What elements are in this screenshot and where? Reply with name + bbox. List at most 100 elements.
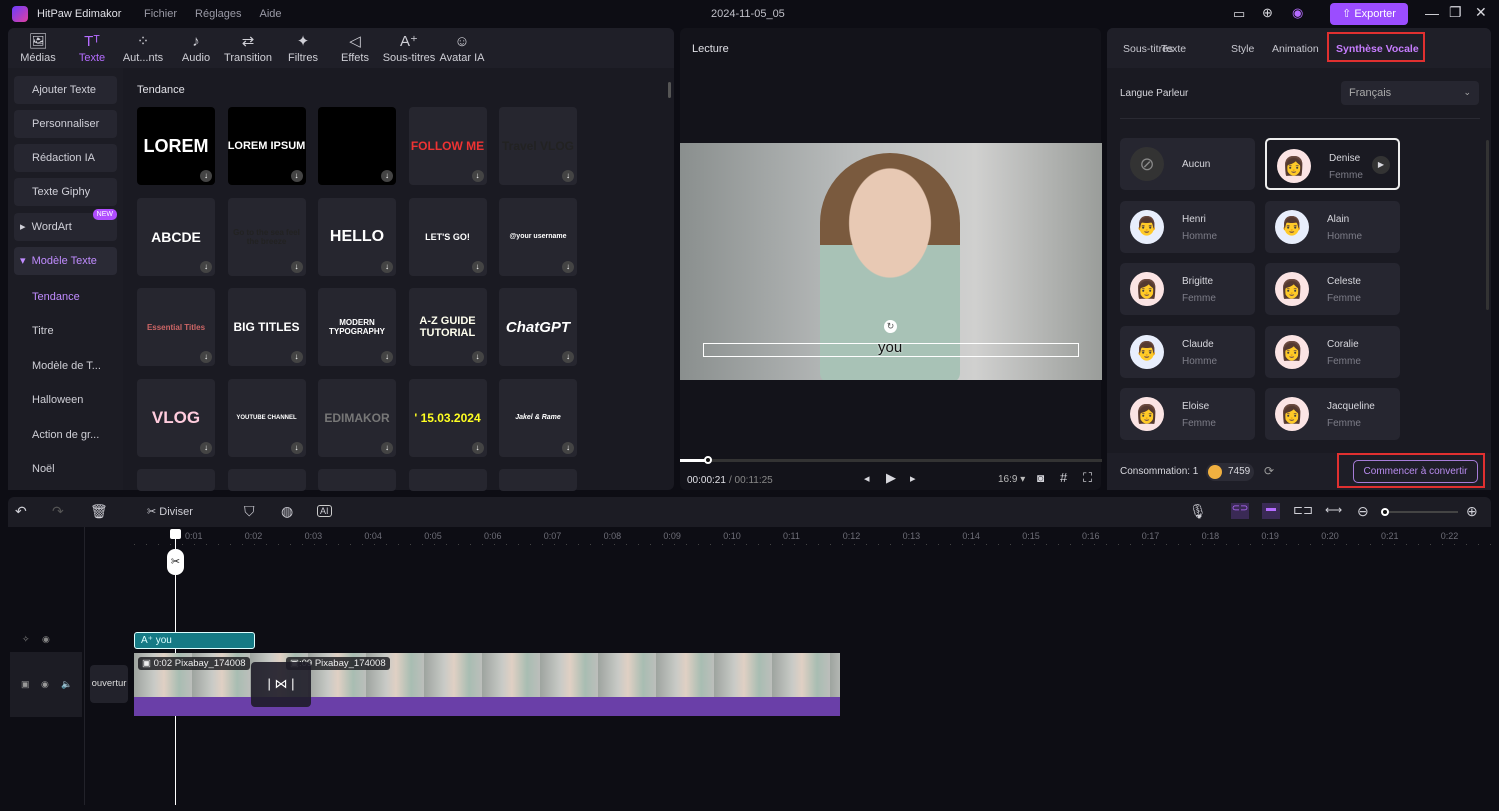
convert-button[interactable]: Commencer à convertir bbox=[1353, 460, 1478, 483]
download-icon[interactable]: ↓ bbox=[290, 351, 303, 363]
refresh-icon[interactable]: ⟳ bbox=[1264, 464, 1274, 478]
voice-card[interactable]: 👨 Henri Homme bbox=[1120, 200, 1255, 253]
text-template[interactable]: Go to the sea feel the breeze ↓ bbox=[227, 197, 306, 276]
text-track-pin-icon[interactable]: ✧ bbox=[22, 634, 30, 645]
toolbar-filtres[interactable]: ✦ Filtres bbox=[273, 32, 333, 64]
snapshot-icon[interactable]: ◙ bbox=[1037, 471, 1044, 485]
voice-card[interactable]: 👩 Denise Femme ▶ bbox=[1265, 138, 1400, 190]
play-icon[interactable]: ▶ bbox=[886, 470, 896, 486]
split-button[interactable]: ✂ Diviser bbox=[147, 505, 193, 518]
zoom-slider[interactable] bbox=[1381, 508, 1458, 516]
marker-icon[interactable]: ⛉ bbox=[244, 503, 255, 520]
toolbar-audio[interactable]: ♪ Audio bbox=[166, 32, 226, 64]
download-icon[interactable]: ↓ bbox=[471, 170, 484, 182]
download-icon[interactable]: ↓ bbox=[290, 260, 303, 273]
text-template[interactable]: ↓ bbox=[318, 107, 396, 185]
toolbar-avataria[interactable]: ☺ Avatar IA bbox=[432, 32, 492, 64]
voice-card[interactable]: 👨 Claude Homme bbox=[1120, 325, 1255, 378]
minimize-button[interactable]: — bbox=[1425, 5, 1439, 21]
toolbar-mdias[interactable]: 🖼 Médias bbox=[8, 32, 68, 64]
menu-aide[interactable]: Aide bbox=[260, 8, 282, 20]
sidebar-category[interactable]: Titre bbox=[32, 325, 54, 337]
playhead-handle[interactable] bbox=[170, 529, 181, 539]
zoom-in-icon[interactable]: ⊕ bbox=[1466, 503, 1478, 520]
download-icon[interactable]: ↓ bbox=[562, 441, 574, 454]
download-icon[interactable]: ⊕ bbox=[1262, 5, 1273, 21]
download-icon[interactable]: ↓ bbox=[200, 260, 212, 273]
fullscreen-icon[interactable]: ⛶ bbox=[1083, 470, 1092, 486]
download-icon[interactable]: ↓ bbox=[471, 441, 484, 454]
grid-icon[interactable]: # bbox=[1060, 470, 1067, 485]
text-template[interactable]: VLOG ↓ bbox=[137, 378, 215, 457]
sidebar-category[interactable]: Action de gr... bbox=[32, 429, 99, 441]
play-preview-icon[interactable]: ▶ bbox=[1372, 156, 1390, 174]
download-icon[interactable]: ↓ bbox=[381, 260, 393, 273]
voices-scrollbar[interactable] bbox=[1486, 140, 1489, 310]
text-template[interactable]: LOREM ↓ bbox=[137, 107, 215, 185]
download-icon[interactable]: ↓ bbox=[471, 351, 484, 363]
tab-1[interactable]: Texte bbox=[1161, 43, 1186, 55]
text-template[interactable]: Jakel & Rame ↓ bbox=[499, 378, 577, 457]
text-template[interactable]: Travel VLOG ↓ bbox=[499, 107, 577, 185]
download-icon[interactable]: ↓ bbox=[200, 351, 212, 363]
text-template[interactable]: ' 15.03.2024 ↓ bbox=[408, 378, 487, 457]
aspect-ratio-select[interactable]: 16:9 ▾ bbox=[998, 474, 1025, 485]
text-template[interactable]: ABCDE ↓ bbox=[137, 197, 215, 276]
menu-fichier[interactable]: Fichier bbox=[144, 8, 177, 20]
audio-detect-icon[interactable]: ◍ bbox=[281, 503, 293, 520]
text-template[interactable]: A-Z GUIDE TUTORIAL ↓ bbox=[408, 288, 487, 366]
delete-icon[interactable]: 🗑 bbox=[90, 503, 108, 520]
download-icon[interactable]: ↓ bbox=[562, 351, 574, 363]
tab-3[interactable]: Animation bbox=[1272, 43, 1319, 55]
text-template[interactable] bbox=[227, 469, 306, 491]
text-template[interactable]: MODERN TYPOGRAPHY ↓ bbox=[318, 288, 396, 366]
sidebar-button[interactable]: Texte Giphy bbox=[14, 178, 117, 206]
sidebar-modele-texte[interactable]: ▾ Modèle Texte bbox=[14, 247, 117, 275]
download-icon[interactable]: ↓ bbox=[200, 441, 212, 454]
text-template[interactable]: LOREM IPSUM ↓ bbox=[227, 107, 306, 185]
text-template[interactable]: EDIMAKOR ↓ bbox=[318, 378, 396, 457]
split-at-playhead-icon[interactable]: ✂ bbox=[167, 549, 184, 575]
rotate-handle-icon[interactable]: ↻ bbox=[884, 320, 897, 333]
text-template[interactable]: FOLLOW ME ↓ bbox=[408, 107, 487, 185]
language-select[interactable]: Français ⌄ bbox=[1341, 81, 1479, 105]
text-template[interactable]: @your username ↓ bbox=[499, 197, 577, 276]
sidebar-category[interactable]: Noël bbox=[32, 463, 55, 475]
download-icon[interactable]: ↓ bbox=[562, 260, 574, 273]
toolbar-autnts[interactable]: ⁘ Aut...nts bbox=[113, 32, 173, 64]
progress-handle[interactable] bbox=[704, 456, 712, 464]
cover-button[interactable]: ouvertur bbox=[90, 665, 128, 703]
text-template[interactable] bbox=[499, 469, 577, 491]
sidebar-category[interactable]: Tendance bbox=[32, 291, 80, 303]
text-track-visibility-icon[interactable]: ◉ bbox=[42, 634, 50, 645]
download-icon[interactable]: ↓ bbox=[471, 260, 484, 273]
sidebar-button[interactable]: Ajouter Texte bbox=[14, 76, 117, 104]
voice-card[interactable]: 👩 Coralie Femme bbox=[1265, 325, 1400, 378]
text-clip[interactable]: A⁺ you bbox=[134, 632, 255, 649]
prev-frame-icon[interactable]: ◂ bbox=[864, 472, 870, 485]
account-icon[interactable]: ◉ bbox=[1292, 5, 1303, 21]
redo-icon[interactable]: ↷ bbox=[52, 503, 64, 520]
voice-card[interactable]: 👩 Brigitte Femme bbox=[1120, 263, 1255, 315]
ai-icon[interactable]: AI bbox=[317, 505, 332, 517]
toolbar-effets[interactable]: ◁ Effets bbox=[325, 32, 385, 64]
voice-card[interactable]: ⊘ Aucun bbox=[1120, 138, 1255, 190]
gallery-scrollbar[interactable] bbox=[668, 82, 671, 98]
close-button[interactable]: ✕ bbox=[1475, 4, 1487, 21]
download-icon[interactable]: ↓ bbox=[290, 441, 303, 454]
track-audio-icon[interactable]: 🔈 bbox=[61, 679, 72, 690]
fit-icon[interactable]: ⟷ bbox=[1325, 503, 1342, 517]
track-icon[interactable]: ▬ bbox=[1262, 503, 1280, 519]
microphone-icon[interactable]: 🎙 bbox=[1189, 503, 1207, 520]
text-template[interactable] bbox=[137, 469, 215, 491]
toolbar-soustitres[interactable]: A⁺ Sous-titres bbox=[379, 32, 439, 64]
download-icon[interactable]: ↓ bbox=[381, 170, 393, 182]
tab-4[interactable]: Synthèse Vocale bbox=[1336, 43, 1419, 55]
link-icon[interactable]: ⊂⊃ bbox=[1231, 503, 1249, 519]
undo-icon[interactable]: ↶ bbox=[15, 503, 27, 520]
sidebar-button[interactable]: Rédaction IA bbox=[14, 144, 117, 172]
toolbar-transition[interactable]: ⇄ Transition bbox=[218, 32, 278, 64]
track-visibility-icon[interactable]: ◉ bbox=[41, 679, 49, 690]
download-icon[interactable]: ↓ bbox=[381, 351, 393, 363]
text-template[interactable]: YOUTUBE CHANNEL ↓ bbox=[227, 378, 306, 457]
